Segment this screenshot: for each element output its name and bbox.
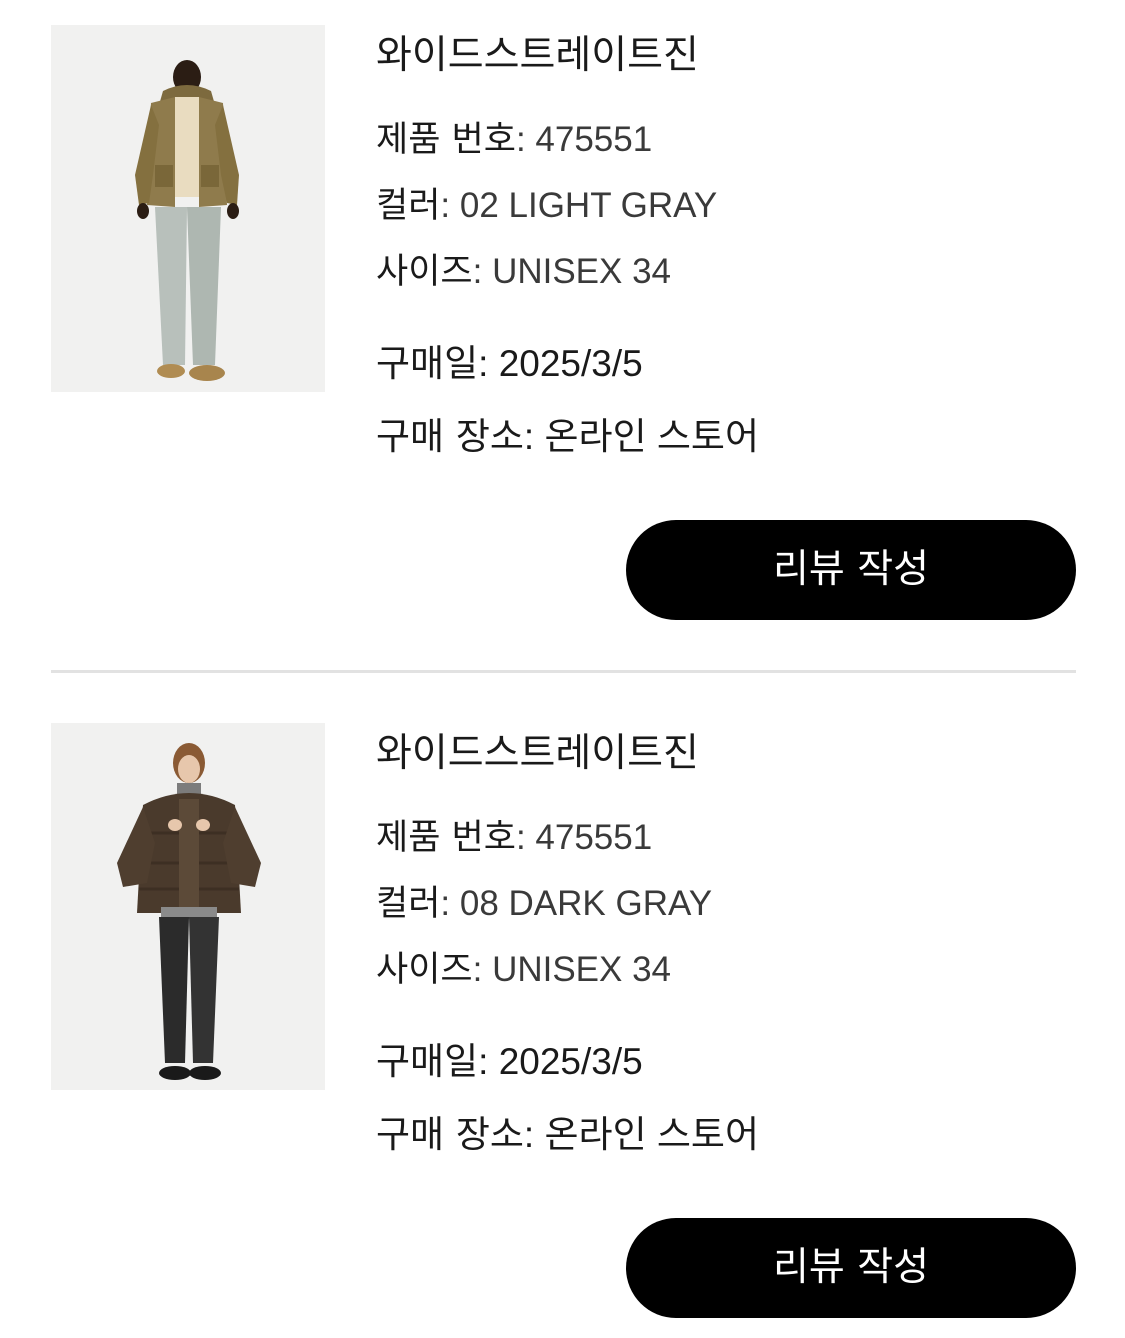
purchase-place-row: 구매 장소: 온라인 스토어: [376, 1113, 759, 1157]
purchase-place-value: 온라인 스토어: [544, 1114, 760, 1155]
divider: [51, 670, 1076, 673]
purchase-date-row: 구매일: 2025/3/5: [376, 342, 643, 386]
product-thumbnail[interactable]: [51, 25, 325, 392]
colon: :: [523, 416, 545, 457]
product-number-label: 제품 번호: [376, 818, 516, 858]
size-value: UNISEX 34: [492, 950, 672, 989]
size-value: UNISEX 34: [492, 252, 672, 291]
colon: :: [472, 252, 493, 291]
color-row: 컬러: 02 LIGHT GRAY: [376, 184, 717, 228]
color-label: 컬러: [376, 186, 441, 226]
order-item: 와이드스트레이트진 제품 번호: 475551 컬러: 08 DARK GRAY…: [0, 698, 1125, 1338]
purchase-place-label: 구매 장소: [376, 415, 524, 458]
colon: :: [515, 120, 536, 159]
colon: :: [478, 343, 499, 384]
color-value: 02 LIGHT GRAY: [459, 186, 718, 225]
size-row: 사이즈: UNISEX 34: [376, 250, 671, 294]
colon: :: [515, 818, 536, 857]
color-label: 컬러: [376, 884, 441, 924]
purchase-place-value: 온라인 스토어: [544, 416, 760, 457]
purchase-date-label: 구매일: [376, 1040, 479, 1083]
purchase-place-row: 구매 장소: 온라인 스토어: [376, 415, 759, 459]
order-item: 와이드스트레이트진 제품 번호: 475551 컬러: 02 LIGHT GRA…: [0, 0, 1125, 673]
product-name[interactable]: 와이드스트레이트진: [376, 728, 699, 780]
color-row: 컬러: 08 DARK GRAY: [376, 882, 712, 926]
product-number-value: 475551: [535, 818, 653, 857]
product-photo-icon: [51, 723, 325, 1090]
colon: :: [472, 950, 493, 989]
colon: :: [440, 186, 460, 225]
product-number-value: 475551: [535, 120, 653, 159]
colon: :: [478, 1041, 499, 1082]
size-row: 사이즈: UNISEX 34: [376, 948, 671, 992]
purchase-date-row: 구매일: 2025/3/5: [376, 1040, 643, 1084]
color-value: 08 DARK GRAY: [459, 884, 713, 923]
product-photo-icon: [51, 25, 325, 392]
product-name[interactable]: 와이드스트레이트진: [376, 30, 699, 82]
write-review-button[interactable]: 리뷰 작성: [626, 520, 1076, 620]
size-label: 사이즈: [376, 950, 473, 990]
purchase-date-value: 2025/3/5: [498, 343, 643, 384]
product-thumbnail[interactable]: [51, 723, 325, 1090]
colon: :: [440, 884, 460, 923]
product-number-row: 제품 번호: 475551: [376, 118, 652, 162]
product-number-label: 제품 번호: [376, 120, 516, 160]
write-review-button[interactable]: 리뷰 작성: [626, 1218, 1076, 1318]
colon: :: [523, 1114, 545, 1155]
purchase-place-label: 구매 장소: [376, 1113, 524, 1156]
purchase-date-value: 2025/3/5: [498, 1041, 643, 1082]
purchase-date-label: 구매일: [376, 342, 479, 385]
product-number-row: 제품 번호: 475551: [376, 816, 652, 860]
size-label: 사이즈: [376, 252, 473, 292]
